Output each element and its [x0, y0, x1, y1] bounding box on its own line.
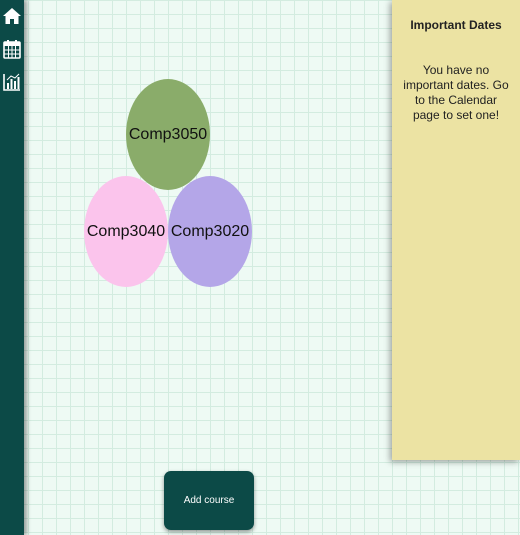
bar-chart-icon: [3, 73, 20, 91]
page: Comp3050 Comp3040 Comp3020 Important Dat…: [0, 0, 520, 535]
important-dates-panel: Important Dates You have no important da…: [392, 0, 520, 460]
sidebar: [0, 0, 24, 535]
add-course-button[interactable]: Add course: [164, 471, 254, 530]
calendar-icon: [3, 40, 21, 59]
sidebar-item-home[interactable]: [2, 5, 22, 27]
course-name: Comp3050: [128, 125, 208, 143]
course-name: Comp3040: [86, 222, 166, 240]
course-bubble-comp3040[interactable]: Comp3040: [84, 176, 168, 287]
course-name: Comp3020: [170, 222, 250, 240]
important-dates-message: You have no important dates. Go to the C…: [403, 63, 509, 122]
home-icon: [3, 8, 21, 24]
course-bubble-comp3020[interactable]: Comp3020: [168, 176, 252, 287]
sidebar-item-stats[interactable]: [2, 71, 22, 93]
course-bubble-comp3050[interactable]: Comp3050: [126, 79, 210, 190]
sidebar-item-calendar[interactable]: [2, 38, 22, 60]
important-dates-title: Important Dates: [410, 18, 502, 32]
